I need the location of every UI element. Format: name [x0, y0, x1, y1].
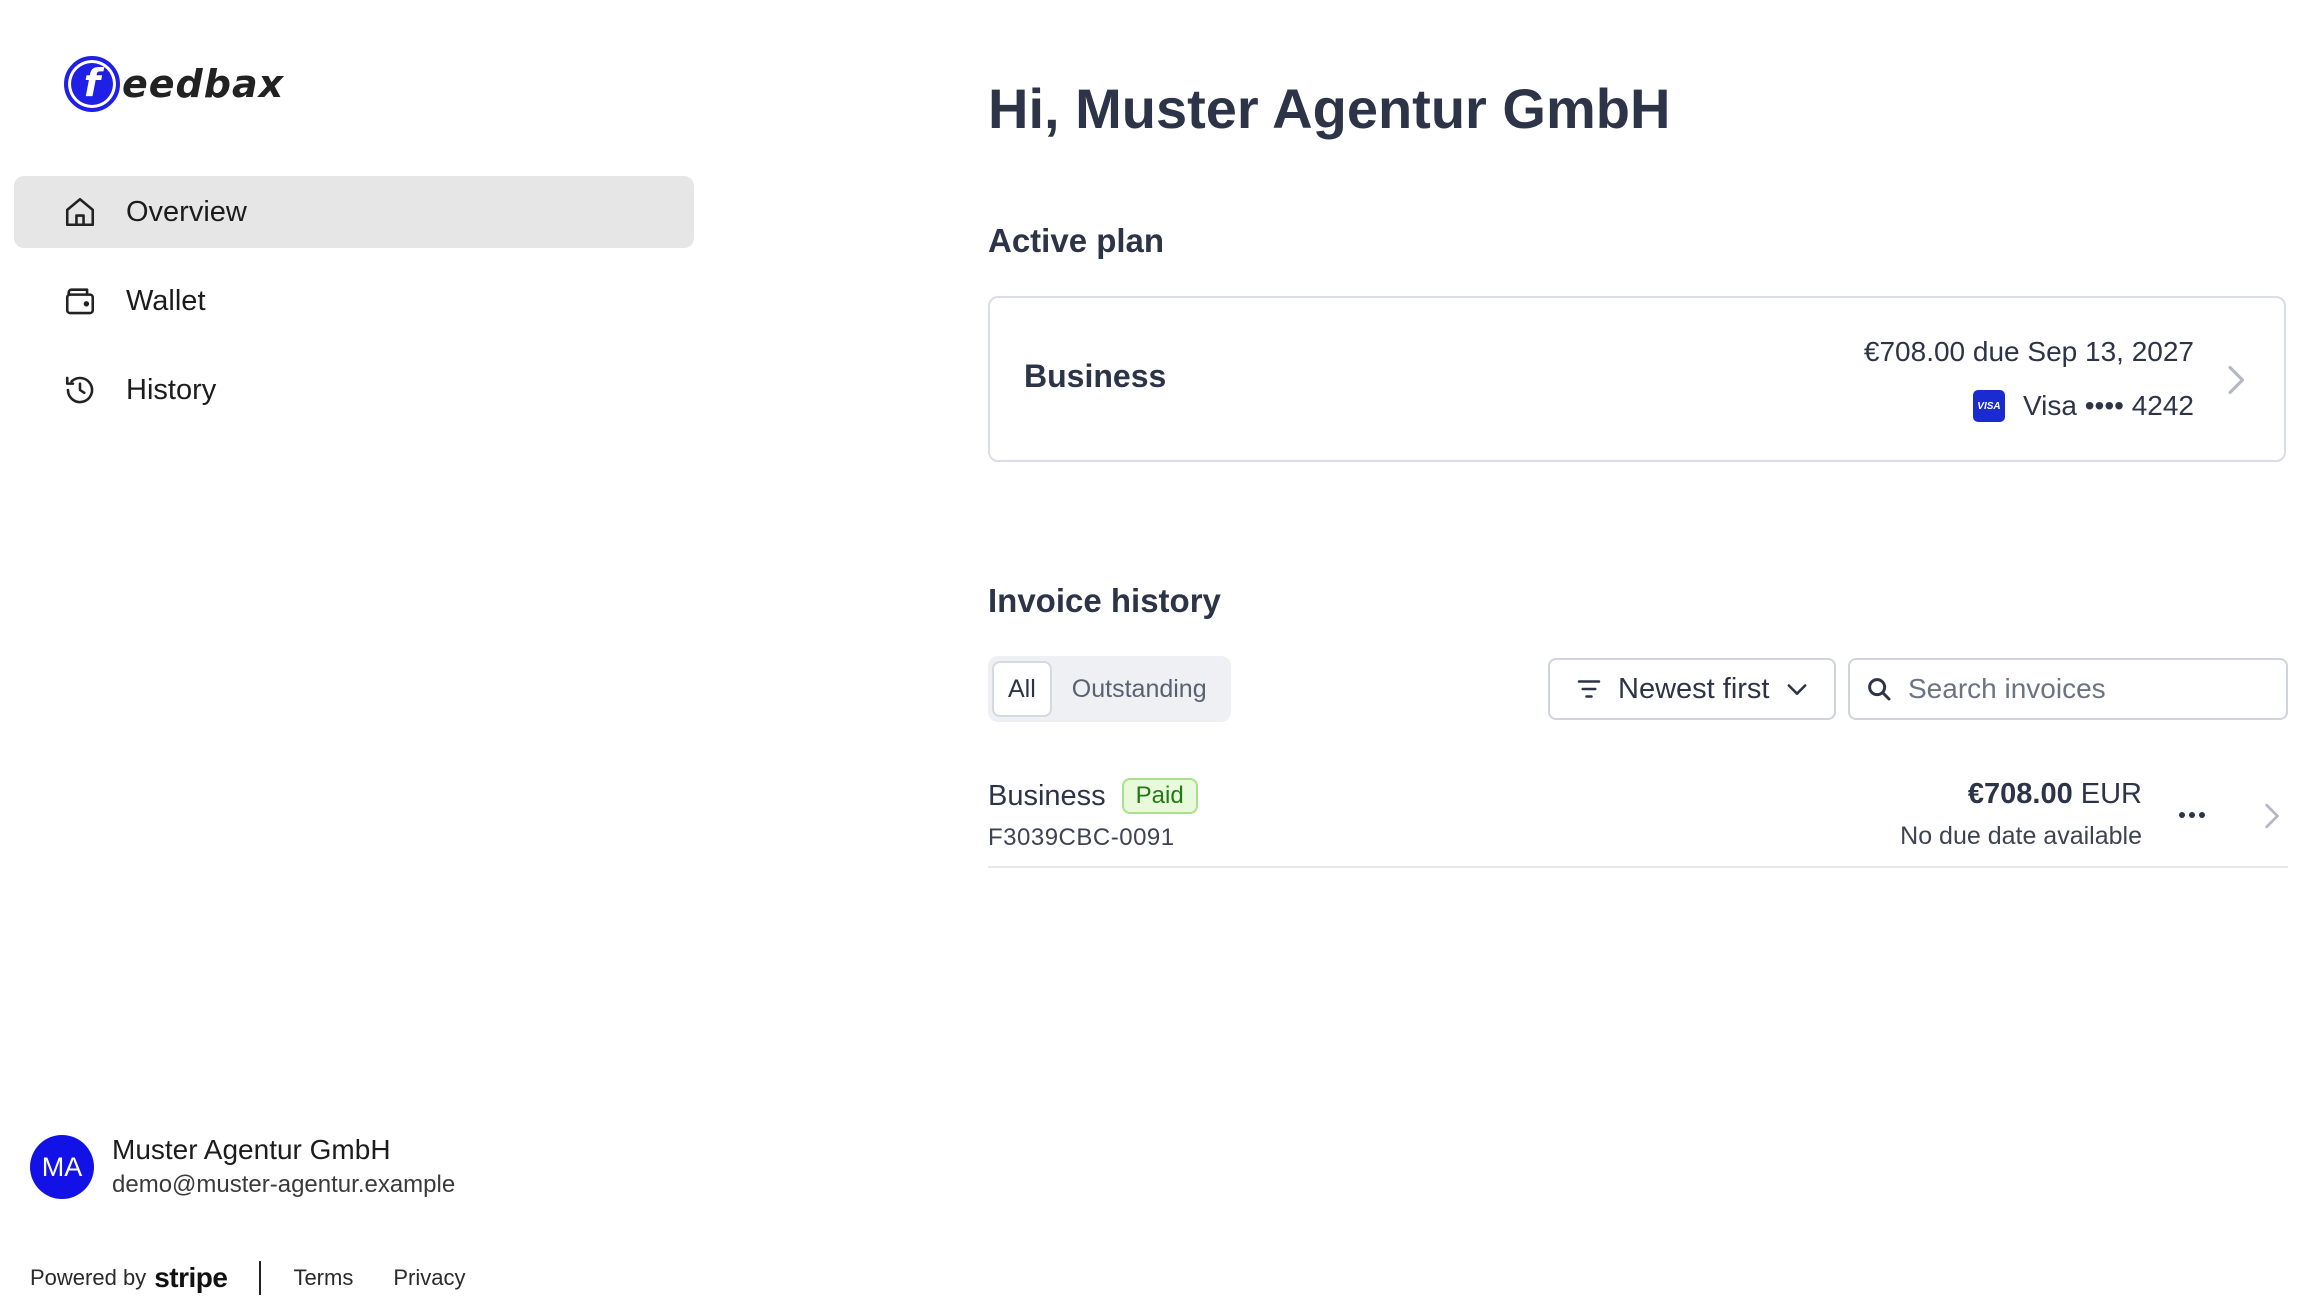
active-plan-heading: Active plan	[988, 222, 1165, 259]
sidebar-item-wallet[interactable]: Wallet	[14, 265, 694, 337]
avatar: MA	[30, 1135, 94, 1199]
sidebar-item-label: Overview	[126, 195, 247, 228]
visa-card-icon: VISA	[1972, 390, 2005, 422]
footer: Powered by stripe Terms Privacy	[30, 1258, 505, 1298]
invoice-name: Business Paid	[988, 778, 1198, 814]
tab-all[interactable]: All	[992, 661, 1052, 717]
invoice-plan-name: Business	[988, 779, 1106, 812]
search-input[interactable]	[1908, 673, 2278, 705]
chevron-right-icon	[2265, 803, 2279, 829]
history-icon	[60, 370, 100, 410]
wallet-icon	[60, 281, 100, 321]
tab-outstanding[interactable]: Outstanding	[1052, 661, 1227, 717]
invoice-amount-value: €708.00	[1967, 778, 2073, 810]
brand-logo[interactable]: f eedbax	[64, 54, 284, 114]
sidebar-nav: Overview Wallet History	[14, 176, 694, 443]
logo-letter: f	[83, 61, 101, 105]
invoice-search[interactable]	[1848, 658, 2288, 720]
powered-by-label: Powered by	[30, 1265, 147, 1290]
powered-by-stripe[interactable]: Powered by stripe	[30, 1262, 228, 1294]
sort-dropdown[interactable]: Newest first	[1548, 658, 1836, 720]
status-badge: Paid	[1121, 778, 1198, 814]
sidebar-item-label: Wallet	[126, 284, 206, 317]
active-plan-card[interactable]: Business €708.00 due Sep 13, 2027 VISA V…	[988, 296, 2286, 462]
invoice-history-heading: Invoice history	[988, 582, 1221, 619]
table-row[interactable]: Business Paid F3039CBC-0091 €708.00 EUR …	[988, 770, 2288, 868]
more-options-icon[interactable]	[2174, 800, 2210, 830]
plan-payment-method: VISA Visa •••• 4242	[1972, 390, 2194, 422]
account-summary: MA Muster Agentur GmbH demo@muster-agent…	[30, 1132, 455, 1202]
invoice-number: F3039CBC-0091	[988, 824, 1175, 851]
footer-divider	[259, 1261, 262, 1295]
chevron-down-icon	[1783, 675, 1811, 703]
invoice-filter-tabs: All Outstanding	[988, 656, 1231, 722]
chevron-right-icon	[2228, 365, 2245, 395]
logo-mark-icon: f	[64, 56, 120, 112]
home-icon	[60, 192, 100, 232]
invoice-amount: €708.00 EUR	[1968, 778, 2142, 811]
filter-icon	[1577, 680, 1601, 698]
account-email: demo@muster-agentur.example	[112, 1171, 456, 1198]
account-name: Muster Agentur GmbH	[112, 1134, 391, 1165]
invoice-currency: EUR	[2080, 778, 2142, 810]
sidebar-item-label: History	[126, 373, 217, 406]
terms-link[interactable]: Terms	[293, 1265, 353, 1291]
sidebar: f eedbax Overview Wallet History MA Must…	[0, 0, 720, 1310]
sort-label: Newest first	[1618, 672, 1770, 705]
privacy-link[interactable]: Privacy	[393, 1265, 465, 1291]
page-title: Hi, Muster Agentur GmbH	[988, 77, 1671, 140]
plan-name: Business	[1024, 358, 1167, 394]
plan-due-text: €708.00 due Sep 13, 2027	[1863, 336, 2194, 367]
search-icon	[1868, 678, 1891, 701]
invoice-due: No due date available	[1900, 822, 2142, 850]
logo-text: eedbax	[122, 62, 285, 106]
stripe-logo: stripe	[154, 1262, 228, 1293]
sidebar-item-history[interactable]: History	[14, 354, 694, 426]
payment-method-text: Visa •••• 4242	[2022, 390, 2194, 421]
sidebar-item-overview[interactable]: Overview	[14, 176, 694, 248]
